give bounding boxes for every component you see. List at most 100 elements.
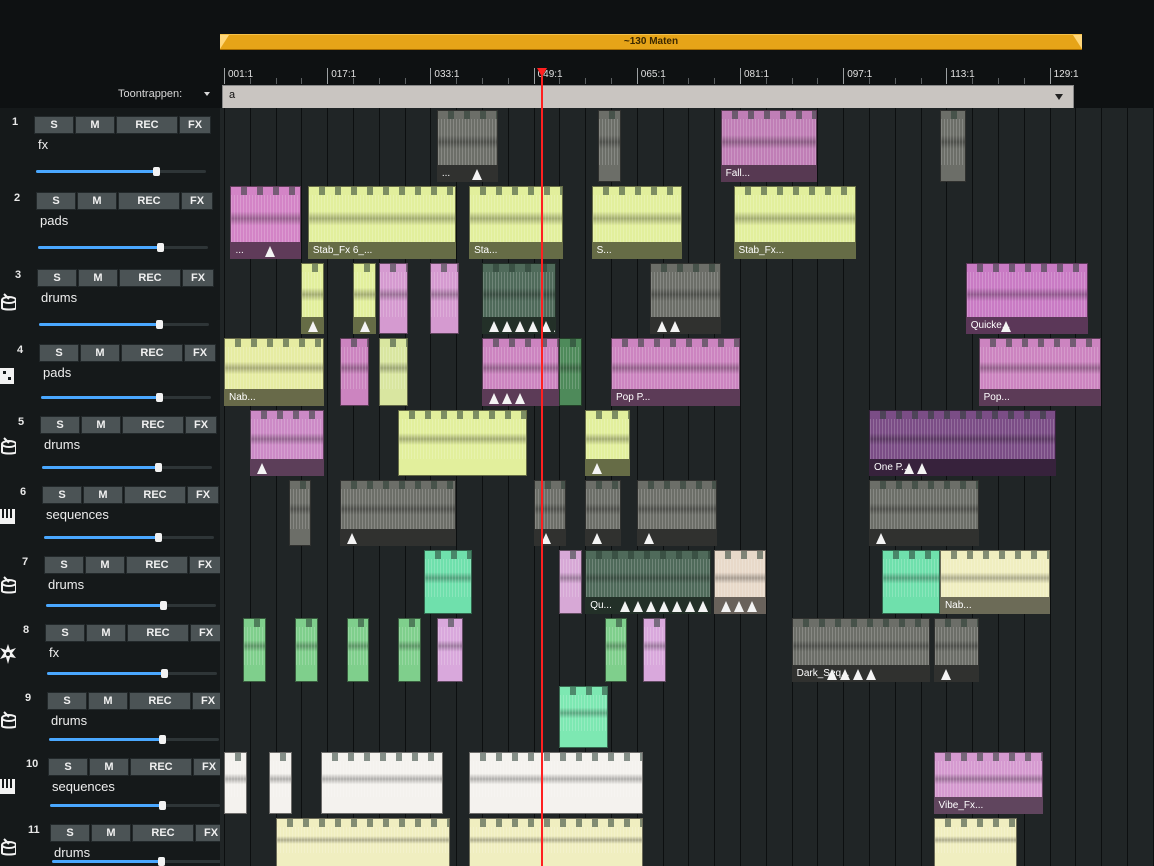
clip-marker-icon[interactable] (747, 601, 758, 612)
audio-clip[interactable] (559, 338, 582, 406)
audio-clip[interactable] (598, 110, 621, 182)
track-header[interactable]: 7 S M REC FX drums (0, 548, 221, 618)
track-header[interactable]: 4 S M REC FX pads (0, 336, 220, 410)
fx-button[interactable]: FX (189, 556, 221, 574)
track-name[interactable]: drums (51, 713, 87, 728)
loop-end-handle[interactable] (1073, 35, 1082, 49)
volume-slider[interactable] (41, 393, 211, 402)
track-header[interactable]: 6 S M REC FX sequences (0, 478, 220, 550)
audio-clip[interactable] (559, 686, 608, 748)
audio-clip[interactable] (482, 338, 560, 406)
audio-clip[interactable] (346, 618, 370, 682)
track-name[interactable]: fx (49, 645, 59, 660)
clip-marker-icon[interactable] (620, 601, 631, 612)
audio-clip[interactable] (423, 550, 473, 614)
audio-clip[interactable]: Dark_Seq... (791, 618, 931, 682)
audio-clip[interactable] (243, 618, 266, 682)
audio-clip[interactable]: Sta... (469, 186, 563, 259)
track-header[interactable]: 1 S M REC FX fx (0, 108, 220, 186)
track-name[interactable]: pads (43, 365, 71, 380)
audio-clip[interactable] (469, 818, 644, 866)
solo-button[interactable]: S (44, 556, 84, 574)
fx-button[interactable]: FX (185, 416, 217, 434)
track-header[interactable]: 8 S M REC FX fx (0, 616, 222, 686)
clip-marker-icon[interactable] (852, 669, 863, 680)
clip-marker-icon[interactable] (502, 393, 512, 404)
track-lane[interactable] (220, 684, 1154, 752)
fx-button[interactable]: FX (181, 192, 213, 210)
clip-marker-icon[interactable] (528, 321, 538, 332)
record-button[interactable]: REC (124, 486, 186, 504)
playhead[interactable] (541, 76, 543, 866)
audio-clip[interactable] (649, 263, 721, 334)
volume-knob[interactable] (157, 857, 165, 866)
fx-button[interactable]: FX (184, 344, 216, 362)
volume-slider[interactable] (50, 801, 220, 810)
audio-clip[interactable] (933, 818, 1018, 866)
clip-marker-icon[interactable] (865, 669, 876, 680)
clip-marker-icon[interactable] (471, 169, 482, 180)
record-button[interactable]: REC (127, 624, 189, 642)
audio-clip[interactable] (559, 550, 582, 614)
mute-button[interactable]: M (88, 692, 128, 710)
track-lane[interactable]: Vibe_Fx... (220, 750, 1154, 818)
record-button[interactable]: REC (119, 269, 181, 287)
solo-button[interactable]: S (45, 624, 85, 642)
timeline-ruler[interactable]: 001:1 017:1 033:1 049:1 065:1 081:1 097:1 113:1… (220, 66, 1120, 84)
solo-button[interactable]: S (39, 344, 79, 362)
solo-button[interactable]: S (36, 192, 76, 210)
audio-clip[interactable] (933, 618, 979, 682)
audio-clip[interactable] (469, 752, 644, 814)
volume-slider[interactable] (47, 669, 217, 678)
audio-clip[interactable]: Nab... (224, 338, 324, 406)
audio-clip[interactable] (353, 263, 376, 334)
track-header[interactable]: 3 S M REC FX drums (0, 261, 220, 338)
clip-marker-icon[interactable] (839, 669, 850, 680)
mute-button[interactable]: M (78, 269, 118, 287)
audio-clip[interactable] (320, 752, 444, 814)
fx-button[interactable]: FX (187, 486, 219, 504)
audio-clip[interactable] (643, 618, 666, 682)
fx-button[interactable]: FX (179, 116, 211, 134)
track-name[interactable]: fx (38, 137, 48, 152)
record-button[interactable]: REC (132, 824, 194, 842)
audio-clip[interactable] (224, 752, 247, 814)
clip-marker-icon[interactable] (685, 601, 696, 612)
volume-knob[interactable] (152, 167, 160, 176)
track-lane[interactable]: Qu... Nab... (220, 548, 1154, 618)
clip-marker-icon[interactable] (721, 601, 732, 612)
record-button[interactable]: REC (126, 556, 188, 574)
clip-marker-icon[interactable] (876, 533, 886, 544)
solo-button[interactable]: S (42, 486, 82, 504)
track-header[interactable]: 9 S M REC FX drums (0, 684, 224, 752)
mute-button[interactable]: M (80, 344, 120, 362)
clip-marker-icon[interactable] (734, 601, 745, 612)
volume-knob[interactable] (155, 533, 163, 542)
clip-marker-icon[interactable] (643, 533, 654, 544)
track-lane[interactable] (220, 478, 1154, 550)
audio-clip[interactable] (436, 618, 463, 682)
audio-clip[interactable] (249, 410, 324, 476)
volume-knob[interactable] (158, 735, 166, 744)
clip-marker-icon[interactable] (489, 393, 499, 404)
solo-button[interactable]: S (40, 416, 80, 434)
volume-slider[interactable] (46, 601, 216, 610)
audio-clip[interactable] (482, 263, 557, 334)
audio-clip[interactable] (275, 818, 450, 866)
audio-clip[interactable] (340, 480, 457, 546)
audio-clip[interactable] (288, 480, 312, 546)
audio-clip[interactable]: ... (436, 110, 499, 182)
clip-marker-icon[interactable] (554, 321, 556, 332)
volume-knob[interactable] (160, 669, 168, 678)
audio-clip[interactable] (533, 480, 566, 546)
scale-track[interactable]: a (222, 85, 1074, 109)
track-lane[interactable]: ... Stab_Fx 6_... Sta... S... Stab_Fx... (220, 184, 1154, 263)
audio-clip[interactable] (430, 263, 460, 334)
arrangement-area[interactable]: ... Fall...... Stab_Fx 6_... Sta... S... Stab… (220, 108, 1154, 866)
clip-marker-icon[interactable] (697, 601, 708, 612)
clip-marker-icon[interactable] (592, 463, 603, 474)
mute-button[interactable]: M (75, 116, 115, 134)
volume-slider[interactable] (52, 857, 222, 866)
audio-clip[interactable] (714, 550, 766, 614)
audio-clip[interactable] (398, 618, 421, 682)
